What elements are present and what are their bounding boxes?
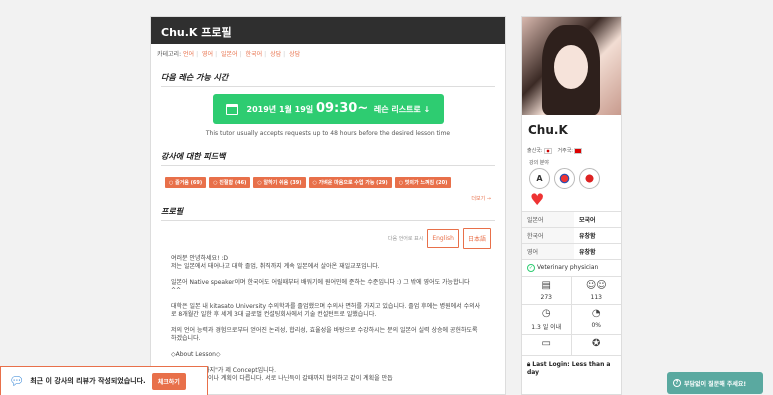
teaching-field-label: 강의 분야 bbox=[529, 160, 549, 166]
category-link[interactable]: 언어 bbox=[183, 51, 194, 58]
language-table: 일본어 모국어 한국어 유창함 영어 유창함 bbox=[522, 211, 621, 259]
next-lesson-time: 09:30 bbox=[315, 101, 358, 116]
lesson-list-button[interactable]: 2019년 1월 19일 09:30~ 레슨 리스트로 ↓ bbox=[212, 94, 444, 124]
check-icon: ✓ bbox=[527, 264, 535, 272]
tutor-name: Chu.K bbox=[528, 123, 568, 137]
feedback-tag: ○ 멋의가 느껴짐 (20) bbox=[394, 177, 452, 188]
japan-flag-icon bbox=[543, 147, 552, 154]
students-stat: ☺☺ 113 bbox=[571, 277, 621, 305]
profile-text: 여러분 안녕하세요! :D 저는 일본에서 태어나고 대학 졸업, 취직까지 계… bbox=[171, 255, 481, 383]
korean-cup-icon bbox=[554, 168, 575, 189]
feedback-tags: ○ 즐거움 (69) ○ 친절함 (46) ○ 알하기 쉬움 (39) ○ 가벼… bbox=[165, 177, 505, 188]
japanese-cup-icon bbox=[579, 168, 600, 189]
next-lesson-heading: 다음 레슨 가능 시간 bbox=[161, 72, 495, 87]
language-row: 일본어 모국어 bbox=[522, 211, 621, 228]
language-switch-label: 다음 언어로 표시 bbox=[387, 236, 424, 242]
english-button[interactable]: English bbox=[427, 229, 459, 248]
language-row: 한국어 유창함 bbox=[522, 227, 621, 244]
response-time-stat: ◷ 1.3 일 이내 bbox=[522, 305, 572, 335]
tutor-profile-panel: Chu.K 프로필 카테고리: 언어 | 영어 | 일본어 | 한국어 | 상담 | 상담… bbox=[150, 16, 506, 395]
clock-icon: ◷ bbox=[541, 308, 551, 319]
lessons-stat: ▤ 273 bbox=[522, 277, 572, 305]
category-label: 카테고리: bbox=[157, 51, 182, 58]
tutor-photo bbox=[522, 17, 621, 115]
category-link[interactable]: 상담 bbox=[270, 51, 281, 58]
help-button[interactable]: ? 부담없이 질문해 주세요! bbox=[667, 372, 763, 394]
category-link[interactable]: 일본어 bbox=[221, 51, 238, 58]
profile-heading: 프로필 bbox=[161, 206, 495, 221]
feedback-tag: ○ 친절함 (46) bbox=[209, 177, 251, 188]
lock-icon: 🔒︎ bbox=[527, 361, 531, 368]
profile-paragraph: 비지니스레벨까지"가 제 Concept입니다. best의 학습법이나 계획이… bbox=[171, 367, 393, 382]
language-switch: 다음 언어로 표시 English 日本語 bbox=[151, 228, 491, 249]
chat-bubbles-icon: 💬︎ bbox=[9, 374, 25, 388]
profile-paragraph: 여러분 안녕하세요! :D 저는 일본에서 태어나고 대학 졸업, 취직까지 계… bbox=[171, 255, 380, 270]
help-label: 부담없이 질문해 주세요! bbox=[684, 380, 747, 388]
question-icon: ? bbox=[673, 379, 681, 387]
calendar-icon bbox=[225, 104, 238, 115]
people-icon: ☺☺ bbox=[585, 280, 607, 291]
hongkong-flag-icon bbox=[574, 147, 582, 154]
id-card-icon: ▭ bbox=[541, 338, 551, 349]
feedback-tag: ○ 즐거움 (69) bbox=[165, 177, 207, 188]
feedback-heading: 강사에 대한 피드백 bbox=[161, 151, 495, 166]
tutor-stats: ▤ 273 ☺☺ 113 ◷ 1.3 일 이내 ◔ 0% ▭ ✪ bbox=[522, 276, 621, 356]
pie-chart-icon: ◔ bbox=[591, 308, 601, 319]
profile-paragraph: 대학은 일본 내 kitasato University 수의학과를 졸업했으며… bbox=[171, 303, 481, 318]
book-icon: ▤ bbox=[541, 280, 551, 291]
page-title: Chu.K 프로필 bbox=[151, 17, 505, 44]
badge-stat: ✪ bbox=[571, 335, 621, 356]
english-cup-icon: A bbox=[529, 168, 550, 189]
category-row: 카테고리: 언어 | 영어 | 일본어 | 한국어 | 상담 | 상담 bbox=[157, 51, 301, 58]
profile-paragraph: ◇About Lesson◇ bbox=[171, 351, 221, 358]
japanese-button[interactable]: 日本語 bbox=[462, 228, 491, 249]
feedback-tag: ○ 알하기 쉬움 (39) bbox=[253, 177, 306, 188]
origin-label: 출신국: bbox=[527, 148, 543, 154]
category-link[interactable]: 상담 bbox=[289, 51, 300, 58]
check-review-button[interactable]: 체크하기 bbox=[151, 372, 186, 390]
category-link[interactable]: 영어 bbox=[202, 51, 213, 58]
profile-paragraph: 저의 언어 능력과 경험으로부터 얻어진 논리성, 합리성, 효율성을 바탕으로… bbox=[171, 327, 478, 342]
more-link[interactable]: 더보기 → bbox=[151, 195, 491, 202]
next-lesson-date: 2019년 1월 19일 bbox=[246, 105, 314, 114]
specialty: ✓ Veterinary physician bbox=[522, 259, 621, 276]
request-note: This tutor usually accepts requests up t… bbox=[205, 130, 451, 137]
country-row: 출신국: 거주국: bbox=[527, 147, 621, 154]
language-row: 영어 유창함 bbox=[522, 243, 621, 259]
residence-label: 거주국: bbox=[557, 148, 574, 154]
profile-paragraph: 일본어 Native speaker이며 한국어도 어릴때부터 배워기에 원어민… bbox=[171, 279, 470, 294]
category-link[interactable]: 한국어 bbox=[246, 51, 263, 58]
lesson-list-label: 레슨 리스트로 ↓ bbox=[373, 105, 431, 114]
tutor-card: Chu.K 출신국: 거주국: 강의 분야 A ♥ 일본어 모국어 한국어 유창… bbox=[521, 16, 622, 395]
counseling-heart-icon: ♥ bbox=[530, 190, 545, 209]
cancel-rate-stat: ◔ 0% bbox=[571, 305, 621, 335]
teaching-field-icons: A bbox=[529, 168, 621, 189]
toast-message: 최근 이 강사의 리뷰가 작성되었습니다. bbox=[30, 377, 146, 385]
review-toast: 💬︎ 최근 이 강사의 리뷰가 작성되었습니다. 체크하기 bbox=[0, 366, 208, 395]
last-login: 🔒︎ Last Login: Less than a day bbox=[527, 361, 611, 376]
id-card-stat: ▭ bbox=[522, 335, 572, 356]
feedback-tag: ○ 가벼운 마음으로 수업 가능 (29) bbox=[308, 177, 392, 188]
medal-icon: ✪ bbox=[592, 338, 601, 349]
